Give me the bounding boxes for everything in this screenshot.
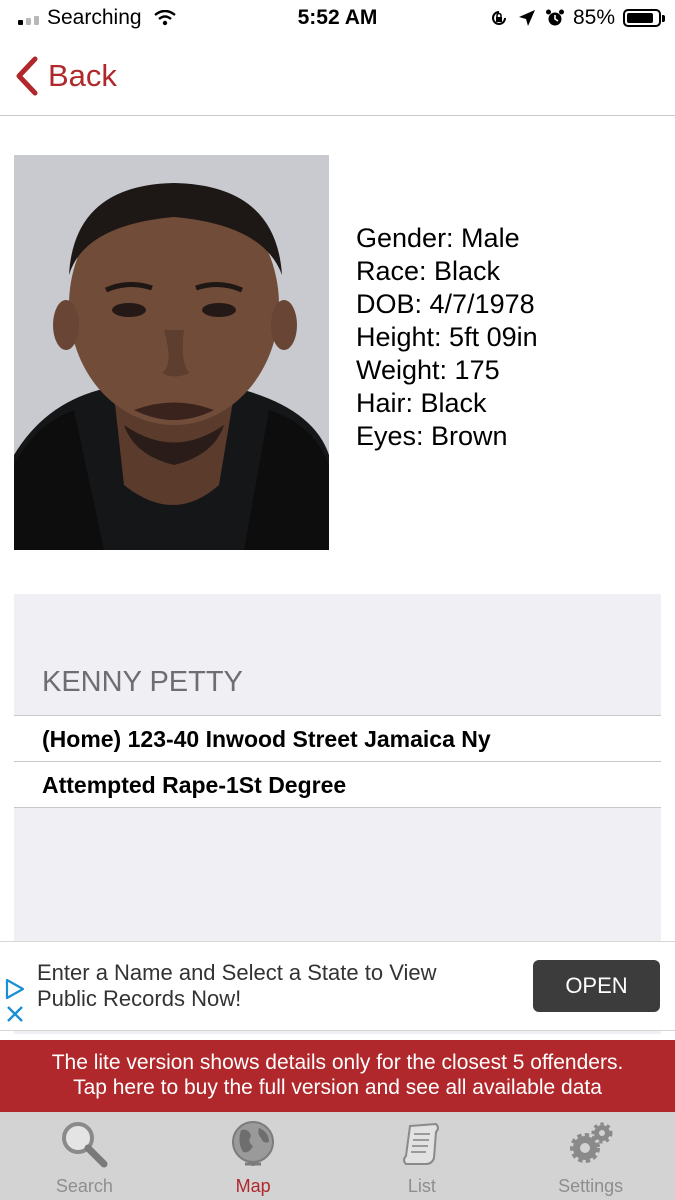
tab-search-label: Search bbox=[55, 1176, 113, 1196]
banner-line-2: Tap here to buy the full version and see… bbox=[73, 1076, 602, 1099]
eyes-text: Eyes: Brown bbox=[356, 421, 508, 451]
tab-bar: Search Map List Settings bbox=[0, 1112, 675, 1200]
portrait-image bbox=[14, 155, 329, 550]
tab-search[interactable]: Search bbox=[0, 1112, 169, 1200]
race-text: Race: Black bbox=[356, 256, 501, 286]
tab-map-label: Map bbox=[235, 1176, 271, 1196]
back-button[interactable]: Back bbox=[14, 56, 117, 96]
gender-text: Gender: Male bbox=[356, 223, 520, 253]
location-arrow-icon bbox=[518, 10, 535, 26]
navigation-bar: Back bbox=[0, 38, 675, 116]
alarm-icon bbox=[545, 9, 564, 26]
ad-banner[interactable]: Enter a Name and Select a State to View … bbox=[0, 941, 675, 1031]
status-right: 85% bbox=[489, 6, 665, 30]
offense-row[interactable]: Attempted Rape-1St Degree bbox=[14, 761, 661, 808]
scroll-icon bbox=[402, 1122, 439, 1165]
tab-list[interactable]: List bbox=[338, 1112, 507, 1200]
adchoices-icon[interactable] bbox=[4, 978, 26, 1000]
offender-photo bbox=[14, 155, 329, 550]
dob-text: DOB: 4/7/1978 bbox=[356, 289, 535, 319]
tab-settings-label: Settings bbox=[558, 1176, 624, 1196]
tab-settings[interactable]: Settings bbox=[506, 1112, 675, 1200]
ad-text: Enter a Name and Select a State to View … bbox=[37, 960, 437, 1012]
magnifier-icon bbox=[62, 1122, 108, 1168]
height-text: Height: 5ft 09in bbox=[356, 322, 538, 352]
tab-map[interactable]: Map bbox=[169, 1112, 338, 1200]
tab-list-label: List bbox=[407, 1176, 436, 1196]
close-icon[interactable] bbox=[5, 1004, 25, 1024]
status-bar: Searching 5:52 AM 85% bbox=[0, 0, 675, 38]
back-label: Back bbox=[48, 58, 117, 93]
offender-name: KENNY PETTY bbox=[42, 666, 243, 698]
ad-line-2: Public Records Now! bbox=[37, 986, 242, 1011]
hair-text: Hair: Black bbox=[356, 388, 487, 418]
ad-open-button[interactable]: OPEN bbox=[533, 960, 660, 1012]
globe-icon bbox=[232, 1121, 275, 1166]
ad-line-1: Enter a Name and Select a State to View bbox=[37, 960, 437, 985]
banner-line-1: The lite version shows details only for … bbox=[51, 1051, 624, 1074]
offender-details: Gender: Male Race: Black DOB: 4/7/1978 H… bbox=[356, 222, 538, 453]
orientation-lock-icon bbox=[492, 11, 506, 25]
battery-percent: 85% bbox=[572, 6, 615, 29]
chevron-left-icon bbox=[16, 56, 38, 96]
weight-text: Weight: 175 bbox=[356, 355, 500, 385]
battery-icon bbox=[623, 9, 665, 27]
address-row[interactable]: (Home) 123-40 Inwood Street Jamaica Ny bbox=[14, 715, 661, 761]
gears-icon bbox=[569, 1122, 613, 1163]
upgrade-banner[interactable]: The lite version shows details only for … bbox=[0, 1040, 675, 1112]
